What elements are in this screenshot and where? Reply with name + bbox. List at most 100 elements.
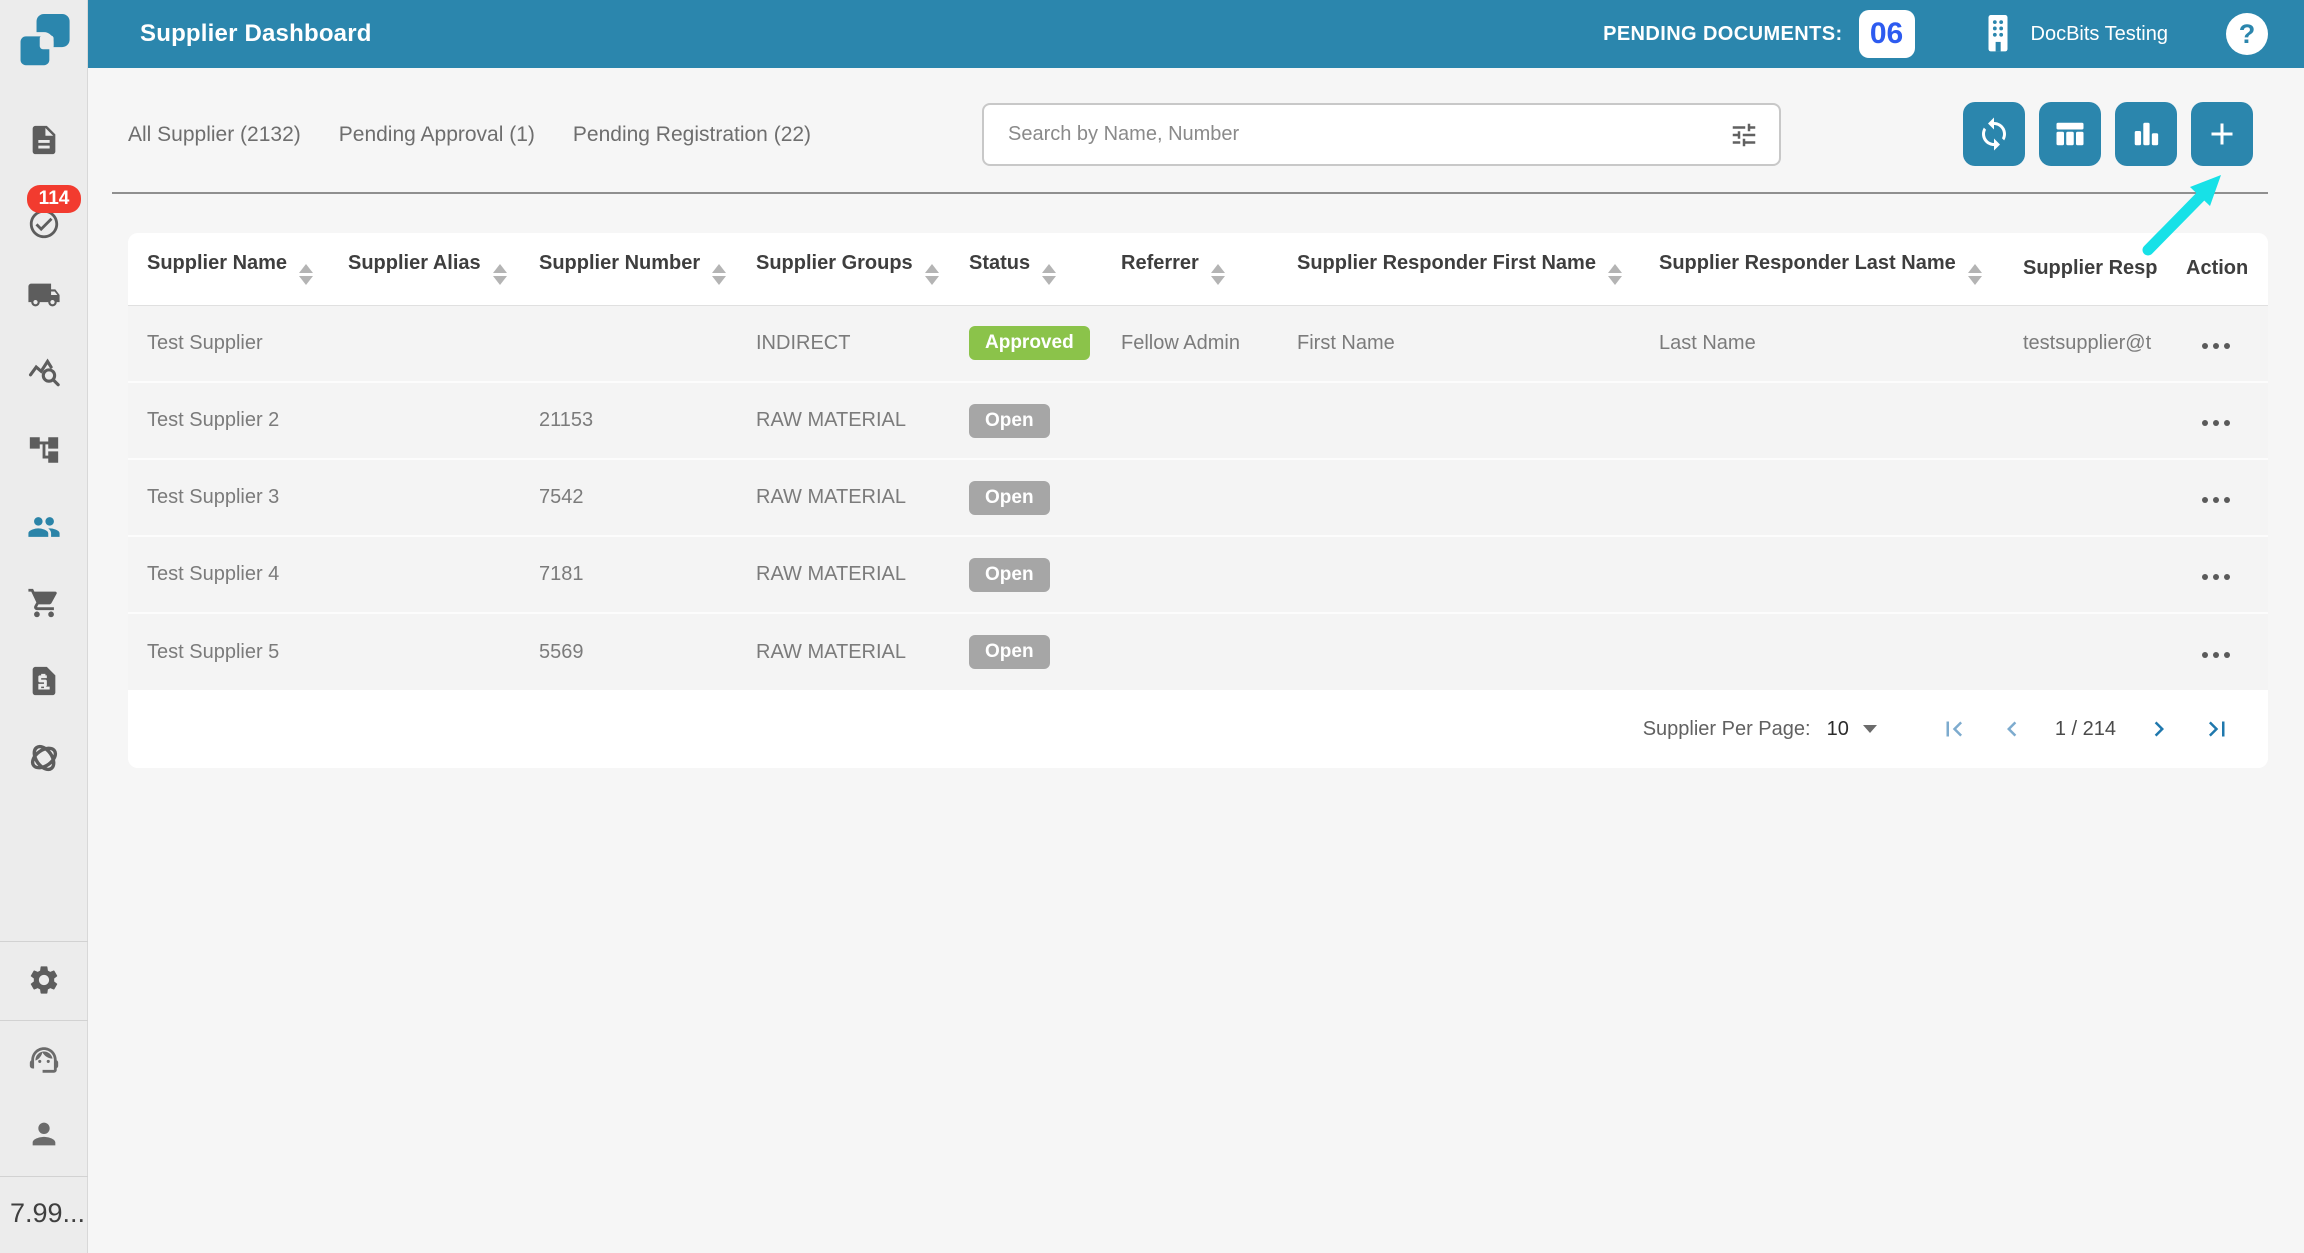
supplier-dashboard-app: 114 7.99... Supplier Dashboard PENDING D… bbox=[0, 0, 2304, 1253]
last-page-button[interactable] bbox=[2202, 714, 2232, 744]
column-header-supplier-alias: Supplier Alias bbox=[348, 252, 481, 275]
cell-supplier-number bbox=[538, 305, 755, 382]
sidebar: 114 7.99... bbox=[0, 0, 88, 1253]
main-content: All Supplier (2132) Pending Approval (1)… bbox=[88, 68, 2304, 1253]
cell-supplier-groups: RAW MATERIAL bbox=[756, 563, 907, 585]
shopping-cart-icon bbox=[28, 588, 57, 618]
column-header-referrer: Referrer bbox=[1121, 252, 1199, 275]
sort-icon[interactable] bbox=[1967, 264, 1982, 286]
search-box bbox=[982, 103, 1781, 166]
cell-supplier-groups: RAW MATERIAL bbox=[756, 640, 907, 663]
sidebar-item-settings[interactable] bbox=[0, 963, 88, 997]
cell-responder-last-name bbox=[1658, 536, 2022, 613]
cell-supplier-alias bbox=[347, 613, 538, 690]
per-page-value[interactable]: 10 bbox=[1827, 718, 1849, 741]
settings-gear-icon bbox=[30, 966, 58, 994]
sort-icon[interactable] bbox=[299, 264, 314, 286]
column-settings-button[interactable] bbox=[2039, 102, 2101, 166]
more-actions-button[interactable] bbox=[2186, 574, 2230, 580]
pagination-bar: Supplier Per Page: 10 1 / 214 bbox=[128, 690, 2268, 768]
app-logo[interactable] bbox=[12, 10, 76, 87]
sidebar-item-support[interactable] bbox=[0, 1043, 88, 1077]
table-row: Test Supplier 5 5569 RAW MATERIAL Open bbox=[128, 613, 2268, 690]
topbar: Supplier Dashboard PENDING DOCUMENTS: 06… bbox=[88, 0, 2304, 68]
cell-responder-first-name bbox=[1296, 459, 1658, 536]
more-actions-button[interactable] bbox=[2186, 497, 2230, 503]
more-actions-button[interactable] bbox=[2186, 420, 2230, 426]
sidebar-divider bbox=[0, 941, 88, 942]
sidebar-item-shipping[interactable] bbox=[0, 278, 88, 312]
supplier-table: Supplier Name Supplier Alias Supplier Nu… bbox=[128, 233, 2268, 690]
document-icon bbox=[32, 125, 56, 155]
more-actions-button[interactable] bbox=[2186, 651, 2230, 658]
sort-icon[interactable] bbox=[492, 264, 507, 286]
sort-icon[interactable] bbox=[1042, 264, 1057, 286]
cell-responder-first-name bbox=[1296, 382, 1658, 459]
tab-all-supplier[interactable]: All Supplier (2132) bbox=[128, 123, 301, 147]
refresh-button[interactable] bbox=[1963, 102, 2025, 166]
support-headset-icon bbox=[29, 1047, 59, 1073]
sort-icon[interactable] bbox=[1607, 264, 1622, 286]
table-row: Test Supplier INDIRECT Approved Fellow A… bbox=[128, 305, 2268, 382]
sort-icon[interactable] bbox=[1210, 264, 1225, 286]
refresh-sync-icon bbox=[1982, 117, 2006, 151]
supplier-tabs: All Supplier (2132) Pending Approval (1)… bbox=[128, 103, 811, 166]
column-header-responder-email: Supplier Resp bbox=[2023, 257, 2158, 280]
next-page-button[interactable] bbox=[2144, 714, 2174, 744]
truck-icon bbox=[28, 283, 60, 307]
column-header-responder-last-name: Supplier Responder Last Name bbox=[1659, 252, 1956, 275]
bar-chart-icon bbox=[2134, 122, 2159, 146]
invoice-dollar-icon bbox=[32, 666, 56, 696]
cell-supplier-alias bbox=[347, 536, 538, 613]
cell-responder-email bbox=[2022, 536, 2185, 613]
chart-view-button[interactable] bbox=[2115, 102, 2177, 166]
organization-name[interactable]: DocBits Testing bbox=[2031, 23, 2168, 46]
sidebar-item-profile[interactable] bbox=[0, 1117, 88, 1151]
cell-supplier-name: Test Supplier bbox=[147, 331, 263, 354]
analytics-search-icon bbox=[28, 358, 60, 387]
sidebar-item-suppliers[interactable] bbox=[0, 510, 88, 544]
tabs-divider bbox=[112, 192, 2268, 194]
tab-pending-approval[interactable]: Pending Approval (1) bbox=[339, 123, 535, 147]
cell-responder-email: testsupplier@t bbox=[2023, 331, 2152, 354]
search-input[interactable] bbox=[984, 123, 1729, 146]
help-button[interactable]: ? bbox=[2226, 13, 2268, 55]
status-badge: Open bbox=[969, 557, 1050, 592]
sidebar-item-purchasing[interactable] bbox=[0, 586, 88, 620]
tab-pending-registration[interactable]: Pending Registration (22) bbox=[573, 123, 811, 147]
filter-tune-icon[interactable] bbox=[1729, 120, 1759, 150]
pending-documents-count-badge[interactable]: 06 bbox=[1858, 10, 1915, 58]
previous-page-button[interactable] bbox=[1997, 714, 2027, 744]
column-header-action: Action bbox=[2186, 257, 2249, 280]
sort-icon[interactable] bbox=[712, 264, 727, 286]
sidebar-divider bbox=[0, 1176, 88, 1177]
cell-referrer bbox=[1120, 613, 1296, 690]
sidebar-item-invoices[interactable] bbox=[0, 664, 88, 698]
sidebar-item-documents[interactable] bbox=[0, 123, 88, 157]
cell-supplier-number: 7542 bbox=[539, 486, 584, 508]
cell-responder-email bbox=[2022, 459, 2185, 536]
version-label: 7.99... bbox=[10, 1198, 86, 1228]
cell-responder-last-name bbox=[1658, 613, 2022, 690]
toolbar bbox=[1963, 102, 2253, 166]
pending-documents-label: PENDING DOCUMENTS: bbox=[1603, 22, 1843, 45]
cell-referrer: Fellow Admin bbox=[1121, 331, 1240, 354]
column-header-supplier-number: Supplier Number bbox=[539, 252, 701, 275]
sidebar-divider bbox=[0, 1020, 88, 1021]
cell-supplier-groups: INDIRECT bbox=[756, 331, 851, 354]
notification-badge: 114 bbox=[27, 185, 81, 213]
supplier-table-card: Supplier Name Supplier Alias Supplier Nu… bbox=[128, 233, 2268, 768]
sort-icon[interactable] bbox=[924, 264, 939, 286]
sidebar-item-analytics[interactable] bbox=[0, 355, 88, 389]
per-page-dropdown-caret[interactable] bbox=[1862, 725, 1877, 733]
column-header-supplier-groups: Supplier Groups bbox=[756, 252, 913, 275]
more-actions-button[interactable] bbox=[2186, 342, 2230, 349]
sidebar-item-workflow[interactable] bbox=[0, 433, 88, 467]
cell-responder-last-name: Last Name bbox=[1659, 331, 1756, 354]
add-supplier-button[interactable] bbox=[2191, 102, 2253, 166]
plus-icon bbox=[2211, 123, 2233, 145]
cell-supplier-number: 7181 bbox=[539, 563, 584, 585]
first-page-button[interactable] bbox=[1939, 714, 1969, 744]
column-header-status: Status bbox=[969, 252, 1031, 275]
sidebar-item-integrations[interactable] bbox=[0, 741, 88, 775]
